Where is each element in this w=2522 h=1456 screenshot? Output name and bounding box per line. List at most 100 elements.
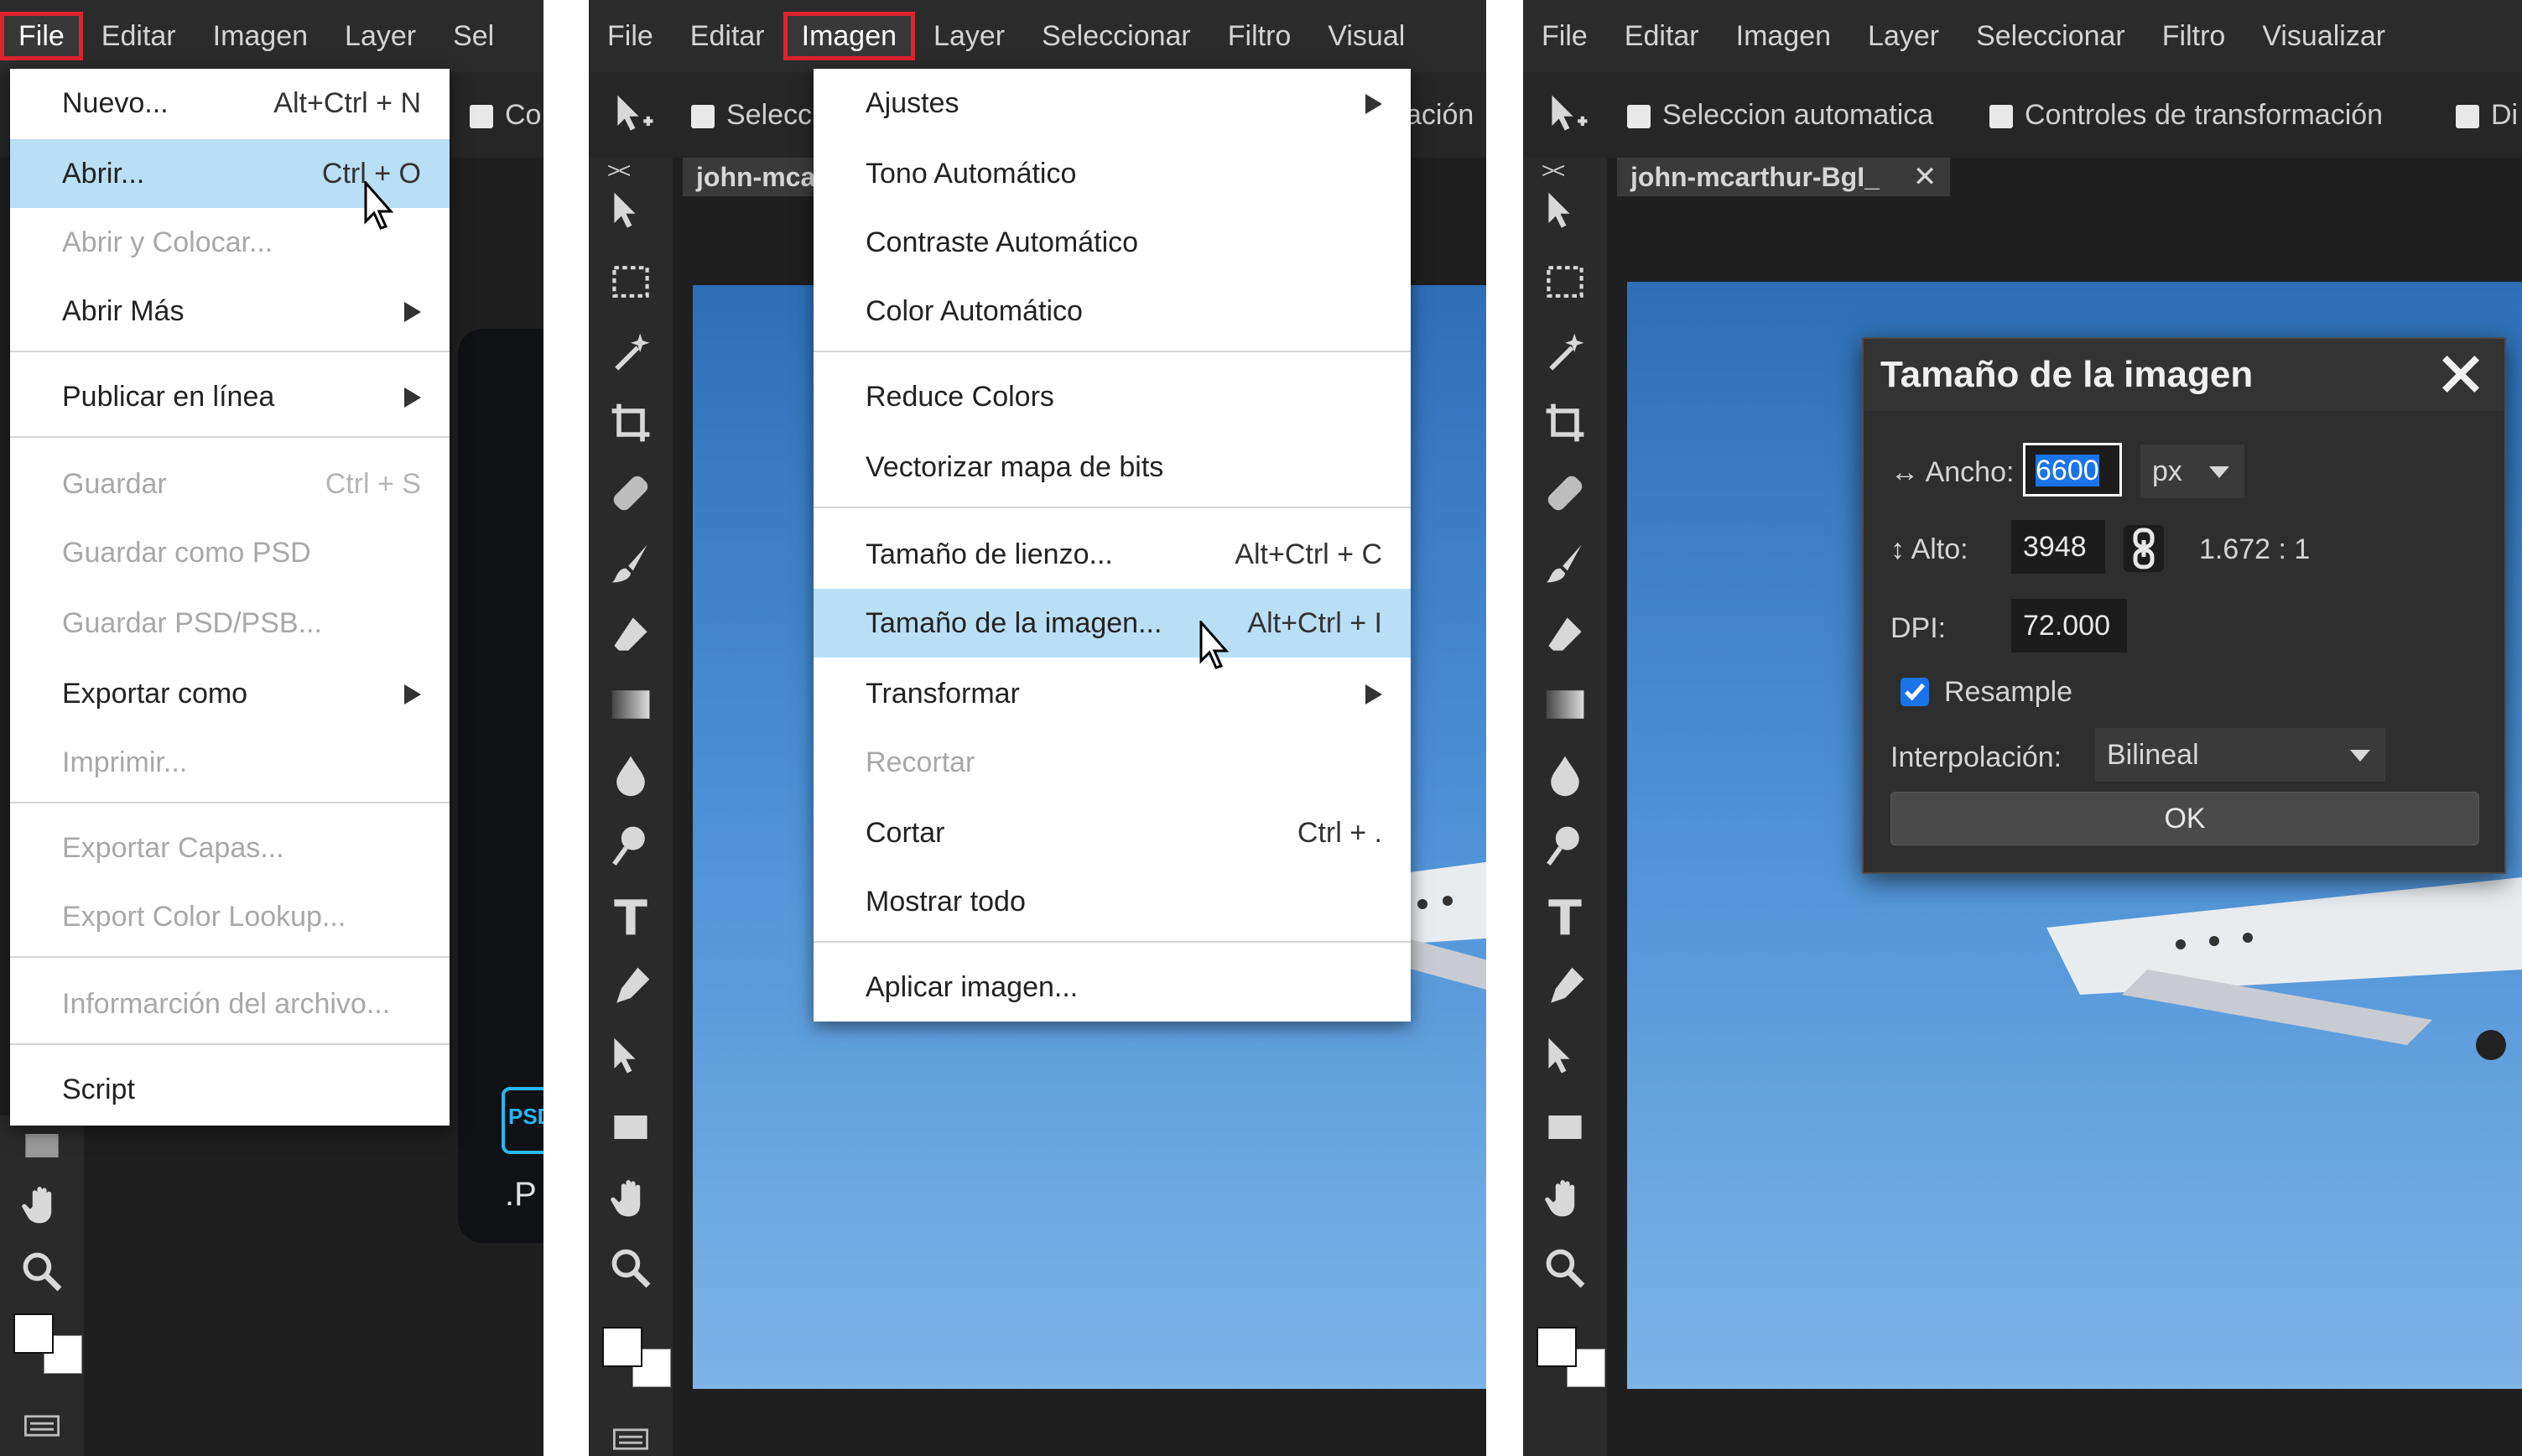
tool-hand[interactable] bbox=[601, 1167, 661, 1228]
tool-hand[interactable] bbox=[1535, 1167, 1595, 1228]
tool-shape[interactable] bbox=[1535, 1097, 1595, 1157]
tool-magic-wand[interactable] bbox=[601, 322, 661, 382]
menu-item-aplicar-imagen[interactable]: Aplicar imagen... bbox=[814, 953, 1411, 1022]
tool-crop[interactable] bbox=[1535, 393, 1595, 453]
menu-item-exportar-como[interactable]: Exportar como bbox=[10, 659, 450, 728]
menu-item-transformar[interactable]: Transformar bbox=[814, 659, 1411, 728]
tool-marquee[interactable] bbox=[601, 252, 661, 312]
menu-filtro[interactable]: Filtro bbox=[2144, 12, 2244, 60]
menu-item-ajustes[interactable]: Ajustes bbox=[814, 69, 1411, 138]
menu-layer[interactable]: Layer bbox=[326, 12, 434, 60]
foreground-color-swatch[interactable] bbox=[13, 1313, 54, 1354]
checkbox[interactable] bbox=[2456, 105, 2479, 129]
tool-blur[interactable] bbox=[601, 745, 661, 805]
menu-imagen[interactable]: Imagen bbox=[1718, 12, 1849, 60]
tool-shape[interactable] bbox=[601, 1097, 661, 1157]
tool-pen[interactable] bbox=[1535, 956, 1595, 1017]
psd-logo[interactable]: PSD bbox=[502, 1087, 543, 1154]
menu-item-tamano-imagen[interactable]: Tamaño de la imagen... Alt+Ctrl + I bbox=[814, 589, 1411, 658]
menu-layer[interactable]: Layer bbox=[915, 12, 1023, 60]
tool-path-select[interactable] bbox=[1535, 1027, 1595, 1087]
menu-seleccionar[interactable]: Sel bbox=[434, 12, 512, 60]
foreground-color-swatch[interactable] bbox=[1537, 1327, 1577, 1367]
menu-seleccionar[interactable]: Seleccionar bbox=[1023, 12, 1209, 60]
tool-brush[interactable] bbox=[1535, 533, 1595, 594]
interpolation-select[interactable]: Bilineal bbox=[2095, 728, 2385, 782]
menu-item-tamano-lienzo[interactable]: Tamaño de lienzo... Alt+Ctrl + C bbox=[814, 520, 1411, 589]
tool-marquee[interactable] bbox=[1535, 252, 1595, 312]
foreground-color-swatch[interactable] bbox=[602, 1327, 642, 1367]
tool-eraser[interactable] bbox=[601, 604, 661, 664]
tool-hand[interactable] bbox=[12, 1174, 72, 1235]
menu-item-contraste-auto[interactable]: Contraste Automático bbox=[814, 208, 1411, 277]
tool-healing[interactable] bbox=[601, 463, 661, 523]
document-tab[interactable]: john-mcarthur-BgI_ ✕ bbox=[1617, 158, 1951, 196]
ok-button[interactable]: OK bbox=[1890, 792, 2479, 845]
menu-file[interactable]: File bbox=[0, 12, 83, 60]
menu-item-vectorizar[interactable]: Vectorizar mapa de bits bbox=[814, 433, 1411, 502]
menu-item-abrir-mas[interactable]: Abrir Más bbox=[10, 277, 450, 346]
menu-visualizar[interactable]: Visualizar bbox=[2244, 12, 2404, 60]
collapse-icon[interactable]: >< bbox=[1542, 158, 1565, 184]
tool-zoom[interactable] bbox=[601, 1238, 661, 1298]
menu-file[interactable]: File bbox=[1523, 12, 1606, 60]
dpi-input[interactable]: 72.000 bbox=[2011, 599, 2127, 653]
menu-item-publicar[interactable]: Publicar en línea bbox=[10, 362, 450, 431]
checkbox[interactable] bbox=[470, 105, 493, 129]
move-tool-icon[interactable] bbox=[1545, 91, 1592, 138]
menu-layer[interactable]: Layer bbox=[1849, 12, 1958, 60]
unit-select[interactable]: px bbox=[2140, 445, 2244, 498]
menu-editar[interactable]: Editar bbox=[672, 12, 783, 60]
menu-imagen[interactable]: Imagen bbox=[783, 12, 916, 60]
menu-seleccionar[interactable]: Seleccionar bbox=[1958, 12, 2144, 60]
menu-editar[interactable]: Editar bbox=[1606, 12, 1718, 60]
resample-checkbox[interactable] bbox=[1901, 678, 1929, 706]
option-auto-select[interactable]: Seleccion automatica bbox=[1627, 99, 1933, 132]
tool-healing[interactable] bbox=[1535, 463, 1595, 523]
tool-pen[interactable] bbox=[601, 956, 661, 1017]
collapse-icon[interactable]: >< bbox=[607, 158, 631, 184]
tool-eraser[interactable] bbox=[1535, 604, 1595, 664]
tool-move[interactable] bbox=[601, 181, 661, 242]
tool-panel-toggle[interactable] bbox=[601, 1409, 661, 1456]
tool-type[interactable] bbox=[1535, 886, 1595, 946]
menu-item-color-auto[interactable]: Color Automático bbox=[814, 277, 1411, 346]
tool-magic-wand[interactable] bbox=[1535, 322, 1595, 382]
tool-brush[interactable] bbox=[601, 533, 661, 594]
option-auto-select[interactable]: Co bbox=[470, 99, 541, 132]
tool-blur[interactable] bbox=[1535, 745, 1595, 805]
menu-item-nuevo[interactable]: Nuevo... Alt+Ctrl + N bbox=[10, 69, 450, 138]
move-tool-icon[interactable] bbox=[611, 91, 658, 138]
tool-crop[interactable] bbox=[601, 393, 661, 453]
menu-item-script[interactable]: Script bbox=[10, 1055, 450, 1124]
menu-item-cortar[interactable]: Cortar Ctrl + . bbox=[814, 798, 1411, 867]
tool-dodge[interactable] bbox=[601, 815, 661, 876]
menu-item-mostrar-todo[interactable]: Mostrar todo bbox=[814, 867, 1411, 936]
tool-dodge[interactable] bbox=[1535, 815, 1595, 876]
checkbox[interactable] bbox=[1989, 105, 2013, 129]
tool-gradient[interactable] bbox=[1535, 674, 1595, 735]
close-icon[interactable]: ✕ bbox=[1913, 161, 1937, 193]
checkbox[interactable] bbox=[691, 105, 715, 129]
menu-item-tono-auto[interactable]: Tono Automático bbox=[814, 139, 1411, 208]
tool-zoom[interactable] bbox=[12, 1241, 72, 1302]
tool-move[interactable] bbox=[1535, 181, 1595, 242]
width-input[interactable]: 6600 bbox=[2023, 443, 2122, 497]
menu-editar[interactable]: Editar bbox=[83, 12, 195, 60]
tool-type[interactable] bbox=[601, 886, 661, 946]
menu-imagen[interactable]: Imagen bbox=[195, 12, 326, 60]
menu-file[interactable]: File bbox=[589, 12, 672, 60]
menu-visualizar[interactable]: Visual bbox=[1309, 12, 1423, 60]
option-distances[interactable]: Di bbox=[2456, 99, 2518, 132]
checkbox[interactable] bbox=[1627, 105, 1651, 129]
close-icon[interactable] bbox=[2434, 347, 2488, 401]
document-tab[interactable]: john-mca bbox=[683, 158, 829, 196]
height-input[interactable]: 3948 bbox=[2011, 520, 2105, 574]
tool-path-select[interactable] bbox=[601, 1027, 661, 1087]
tool-gradient[interactable] bbox=[601, 674, 661, 735]
option-auto-select[interactable]: Selecc bbox=[691, 99, 812, 132]
option-transform-controls[interactable]: Controles de transformación bbox=[1989, 99, 2383, 132]
tool-panel-toggle[interactable] bbox=[12, 1396, 72, 1456]
menu-filtro[interactable]: Filtro bbox=[1209, 12, 1310, 60]
tool-zoom[interactable] bbox=[1535, 1238, 1595, 1298]
